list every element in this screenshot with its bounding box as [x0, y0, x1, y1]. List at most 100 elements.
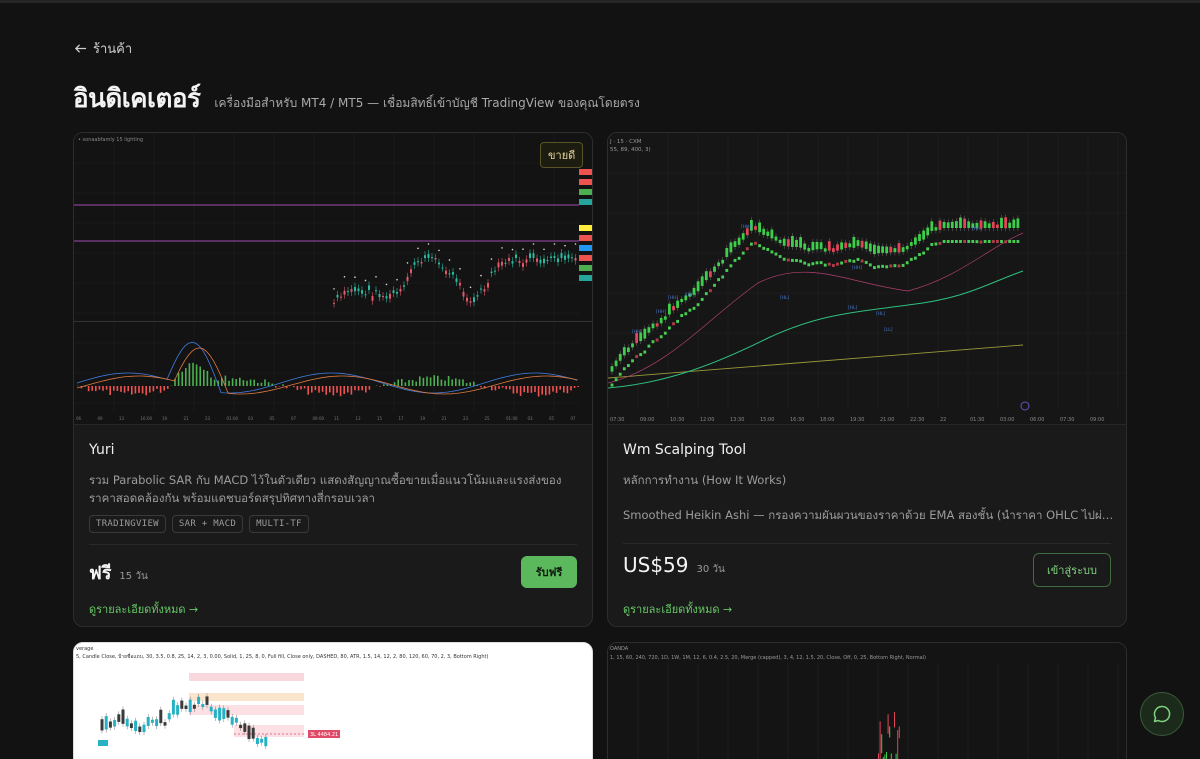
heikin-ashi-bar: [967, 240, 971, 243]
back-link[interactable]: ร้านค้า: [74, 38, 132, 59]
candle-body: [934, 227, 938, 231]
x-axis-tick: 03:00: [1000, 417, 1014, 423]
x-axis-tick: 19: [162, 416, 168, 421]
macd-bar: [314, 386, 317, 391]
candle-body: [364, 294, 367, 296]
macd-bar: [213, 379, 216, 386]
x-axis-tick: 07:30: [1060, 417, 1074, 423]
x-axis-tick: 22:30: [910, 417, 924, 423]
candle-body: [959, 217, 962, 228]
macd-bar: [577, 386, 579, 388]
candle-body: [226, 710, 230, 718]
x-axis-tick: 16:30: [790, 417, 804, 423]
product-card-wm-scalping[interactable]: [HH] [HH] [HH] [HH] [HH] [HH] [HH] [HL] [HL] [HL]…: [607, 132, 1127, 627]
macd-bar: [102, 386, 104, 391]
heikin-ashi-bar: [991, 240, 995, 243]
macd-bar: [282, 384, 284, 386]
macd-bar: [105, 386, 108, 390]
supply-zone: [189, 705, 304, 715]
login-button[interactable]: เข้าสู่ระบบ: [1033, 553, 1111, 587]
candle-body: [627, 347, 630, 353]
macd-bar: [563, 386, 565, 393]
heikin-ashi-bar: [996, 240, 999, 243]
x-axis-tick: 03: [248, 416, 254, 421]
heikin-ashi-bar: [905, 261, 909, 265]
candle-body: [741, 233, 745, 240]
product-card-3[interactable]: verage 5, Candle Close, ป้ายชื่อแถบ, 30,…: [73, 642, 593, 759]
tag-multi-tf: MULTI-TF: [249, 515, 309, 533]
price-amount: ฟรี: [89, 563, 112, 584]
candle-body: [490, 271, 493, 274]
candle-body: [676, 300, 679, 308]
indicator-chart-preview: verage 5, Candle Close, ป้ายชื่อแถบ, 30,…: [74, 643, 592, 759]
candle-body: [807, 247, 811, 252]
candle-body: [129, 723, 133, 728]
candle-body: [529, 253, 531, 258]
macd-bar: [429, 377, 432, 386]
macd-bar: [570, 386, 572, 391]
candle-body: [659, 317, 663, 324]
heikin-ashi-bar: [778, 255, 782, 259]
candle-body: [539, 259, 542, 264]
macd-bar: [249, 379, 252, 386]
macd-bar: [159, 386, 162, 393]
candle-body: [887, 714, 889, 734]
product-description-detail: Smoothed Heikin Ashi — กรองความผันผวนของ…: [623, 508, 1114, 522]
macd-bar: [519, 386, 522, 396]
sar-dot: [406, 262, 409, 264]
candle-body: [774, 236, 778, 241]
macd-bar: [293, 386, 295, 388]
macd-bar: [228, 380, 230, 386]
x-axis-tick: 21:00: [880, 417, 894, 423]
heikin-ashi-bar: [684, 312, 688, 316]
candle-body: [983, 221, 987, 228]
macd-bar: [473, 381, 475, 386]
macd-bar: [534, 386, 536, 392]
heikin-ashi-bar: [627, 364, 630, 368]
candle-body: [399, 288, 402, 292]
product-card-yuri[interactable]: 06 09 13 16:00 19 21 23 01:00 03 05 07 09:00 11 13 15 1…: [73, 132, 593, 627]
heikin-ashi-bar: [668, 326, 671, 330]
macd-bar: [437, 375, 439, 386]
candle-body: [368, 285, 370, 290]
x-axis-tick: 09:00: [1090, 417, 1104, 423]
heikin-ashi-bar: [844, 259, 848, 263]
candle-body: [483, 289, 486, 292]
tag-list: TRADINGVIEW SAR + MACD MULTI-TF: [89, 515, 309, 533]
get-free-button[interactable]: รับฟรี: [521, 556, 577, 588]
candle-body: [396, 292, 398, 294]
candle-body: [782, 238, 786, 246]
view-details-link[interactable]: ดูรายละเอียดทั้งหมด →: [89, 600, 198, 618]
page-title: อินดิเคเตอร์: [73, 84, 201, 114]
x-axis-tick: 22: [940, 417, 946, 423]
macd-bar: [347, 386, 349, 393]
chat-button[interactable]: [1140, 692, 1184, 736]
candle-body: [392, 290, 395, 294]
chart-params-text: 55, 89, 400, 3): [610, 147, 651, 153]
candle-body: [893, 248, 897, 253]
heikin-ashi-bar: [832, 264, 835, 268]
heikin-ashi-bar: [729, 264, 733, 268]
heikin-ashi-bar: [631, 359, 634, 363]
macd-bar: [332, 386, 335, 396]
macd-bar: [354, 386, 356, 391]
heikin-ashi-bar: [815, 261, 819, 265]
candle-body: [494, 270, 496, 272]
x-axis-tick: 23: [205, 416, 211, 421]
candle-body: [668, 303, 671, 315]
candle-body: [955, 221, 958, 228]
view-details-link[interactable]: ดูรายละเอียดทั้งหมด →: [623, 600, 732, 618]
sar-dot: [511, 248, 514, 251]
candle-body: [1004, 217, 1007, 229]
x-axis-tick: 07: [571, 416, 577, 421]
price-tag: [579, 189, 592, 195]
candle-body: [260, 738, 264, 743]
swing-label: [HH]: [656, 309, 667, 315]
swing-label: [HL]: [876, 311, 886, 317]
candle-body: [729, 242, 733, 253]
heikin-ashi-bar: [885, 265, 889, 269]
candle-body: [375, 290, 377, 292]
heikin-ashi-bar: [893, 264, 897, 268]
product-card-4[interactable]: OANDA 1, 15, 60, 240, 720, 1D, 1W, 1M, 1…: [607, 642, 1127, 759]
heikin-ashi-bar: [651, 340, 655, 344]
